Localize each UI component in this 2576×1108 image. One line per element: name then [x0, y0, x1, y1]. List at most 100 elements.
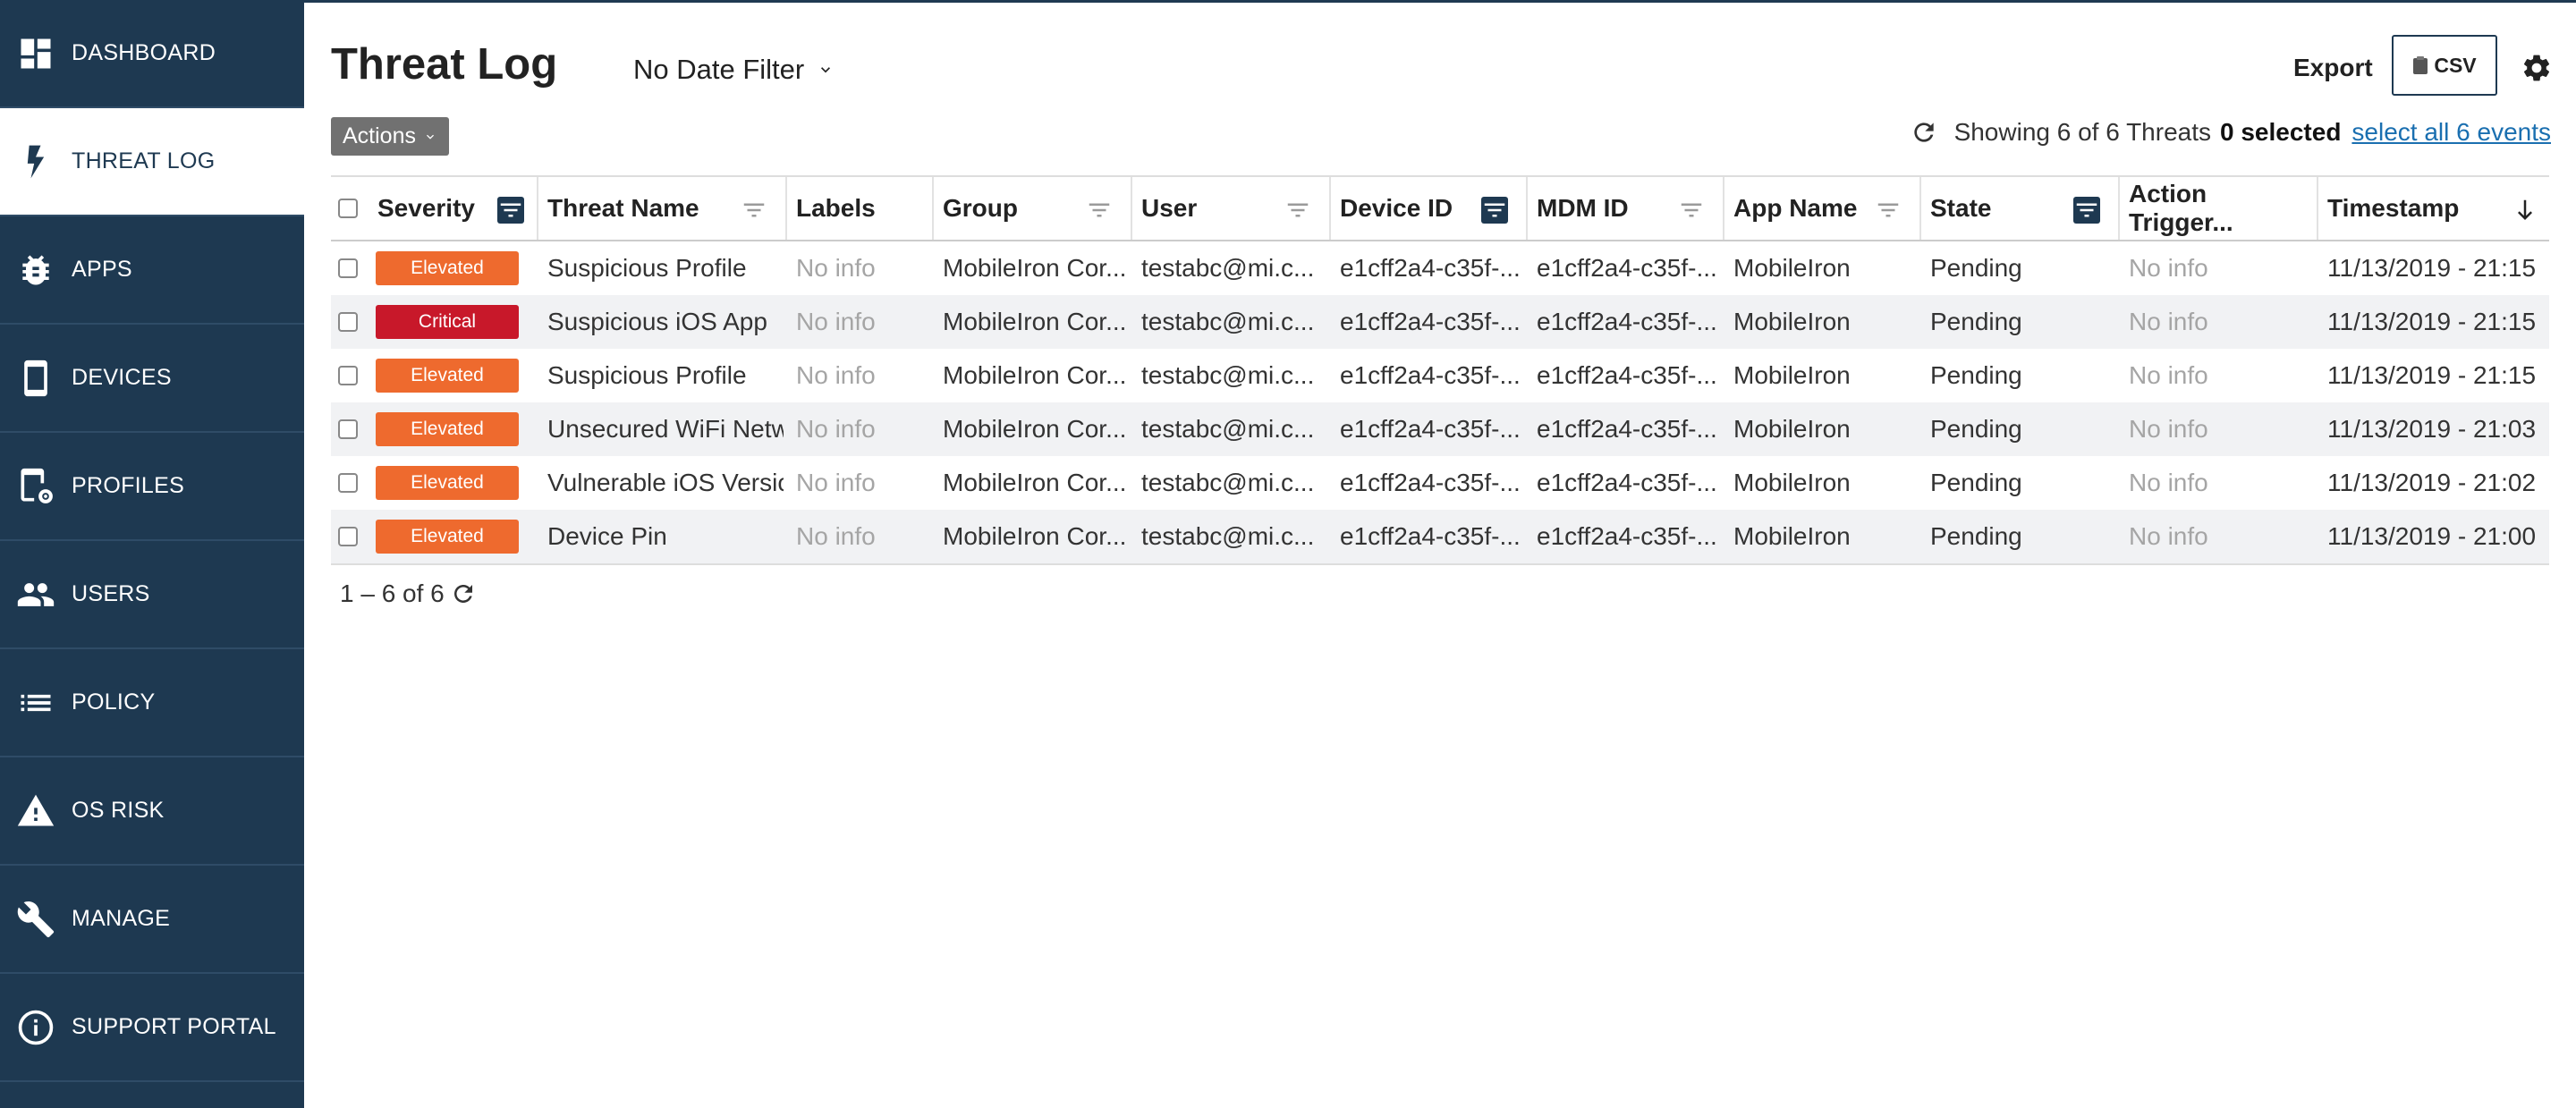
- cell-device-id: e1cff2a4-c35f-...: [1340, 349, 1524, 402]
- table-bottom-border: [331, 563, 2549, 565]
- column-header-group[interactable]: Group: [934, 177, 1132, 240]
- refresh-icon[interactable]: [1910, 118, 1938, 147]
- table-row[interactable]: CriticalSuspicious iOS AppNo infoMobileI…: [331, 295, 2549, 349]
- column-label: Threat Name: [547, 194, 699, 223]
- sidebar-item-apps[interactable]: APPS: [0, 216, 304, 325]
- date-filter-dropdown[interactable]: No Date Filter: [633, 54, 835, 86]
- column-header-severity[interactable]: Severity: [369, 177, 538, 240]
- actions-label: Actions: [343, 123, 416, 149]
- filter-icon[interactable]: [1086, 197, 1113, 224]
- cell-action-triggered: No info: [2129, 402, 2313, 456]
- sort-descending-icon[interactable]: [2512, 197, 2538, 224]
- cell-group: MobileIron Cor...: [943, 349, 1131, 402]
- sidebar: DASHBOARD THREAT LOG APPS DEVICES PROFIL…: [0, 0, 304, 1108]
- cell-mdm-id: e1cff2a4-c35f-...: [1537, 510, 1721, 563]
- severity-badge: Elevated: [376, 520, 519, 554]
- sidebar-item-policy[interactable]: POLICY: [0, 649, 304, 757]
- row-checkbox[interactable]: [338, 419, 358, 439]
- sidebar-item-os-risk[interactable]: OS RISK: [0, 757, 304, 866]
- filter-icon[interactable]: [1284, 197, 1311, 224]
- cell-mdm-id: e1cff2a4-c35f-...: [1537, 241, 1721, 295]
- sidebar-item-label: PROFILES: [72, 473, 184, 499]
- cell-app-name: MobileIron: [1733, 295, 1918, 349]
- column-header-state[interactable]: State: [1921, 177, 2120, 240]
- sidebar-item-users[interactable]: USERS: [0, 541, 304, 649]
- sidebar-item-support-portal[interactable]: SUPPORT PORTAL: [0, 974, 304, 1082]
- column-label: App Name: [1733, 194, 1857, 223]
- cell-state: Pending: [1930, 295, 2114, 349]
- sidebar-item-profiles[interactable]: PROFILES: [0, 433, 304, 541]
- severity-badge: Elevated: [376, 412, 519, 446]
- refresh-icon[interactable]: [450, 580, 477, 607]
- filter-icon[interactable]: [741, 197, 767, 224]
- column-header-user[interactable]: User: [1132, 177, 1331, 240]
- cell-app-name: MobileIron: [1733, 510, 1918, 563]
- cell-threat-name: Vulnerable iOS Versic: [547, 456, 784, 510]
- actions-button[interactable]: Actions: [331, 117, 449, 156]
- table-row[interactable]: ElevatedSuspicious ProfileNo infoMobileI…: [331, 349, 2549, 402]
- severity-badge: Elevated: [376, 466, 519, 500]
- column-header-threat-name[interactable]: Threat Name: [538, 177, 787, 240]
- cell-timestamp: 11/13/2019 - 21:15: [2327, 349, 2549, 402]
- pagination: 1 – 6 of 6: [340, 579, 477, 608]
- table-row[interactable]: ElevatedUnsecured WiFi NetwNo infoMobile…: [331, 402, 2549, 456]
- column-header-action-triggered[interactable]: Action Trigger...: [2120, 177, 2318, 240]
- table-row[interactable]: ElevatedSuspicious ProfileNo infoMobileI…: [331, 241, 2549, 295]
- select-all-link[interactable]: select all 6 events: [2351, 118, 2551, 147]
- select-all-checkbox[interactable]: [338, 199, 358, 218]
- row-checkbox[interactable]: [338, 473, 358, 493]
- severity-badge: Elevated: [376, 251, 519, 285]
- column-header-mdm-id[interactable]: MDM ID: [1528, 177, 1724, 240]
- cell-mdm-id: e1cff2a4-c35f-...: [1537, 402, 1721, 456]
- filter-icon[interactable]: [497, 197, 524, 224]
- cell-user: testabc@mi.c...: [1141, 349, 1327, 402]
- cell-labels: No info: [796, 295, 930, 349]
- sidebar-item-label: THREAT LOG: [72, 148, 215, 174]
- row-checkbox[interactable]: [338, 312, 358, 332]
- cell-device-id: e1cff2a4-c35f-...: [1340, 510, 1524, 563]
- filter-icon[interactable]: [2073, 197, 2100, 224]
- cell-timestamp: 11/13/2019 - 21:03: [2327, 402, 2549, 456]
- column-label: User: [1141, 194, 1197, 223]
- gear-icon[interactable]: [2521, 52, 2553, 84]
- csv-export-button[interactable]: CSV: [2392, 35, 2497, 96]
- cell-state: Pending: [1930, 241, 2114, 295]
- selected-count: 0 selected: [2220, 118, 2341, 147]
- cell-action-triggered: No info: [2129, 241, 2313, 295]
- cell-threat-name: Suspicious Profile: [547, 241, 784, 295]
- cell-timestamp: 11/13/2019 - 21:00: [2327, 510, 2549, 563]
- cell-app-name: MobileIron: [1733, 402, 1918, 456]
- sidebar-item-label: APPS: [72, 257, 132, 283]
- filter-icon[interactable]: [1481, 197, 1508, 224]
- device-settings-icon: [16, 467, 55, 506]
- cell-timestamp: 11/13/2019 - 21:02: [2327, 456, 2549, 510]
- page-title: Threat Log: [331, 39, 557, 89]
- cell-action-triggered: No info: [2129, 510, 2313, 563]
- column-header-app-name[interactable]: App Name: [1724, 177, 1921, 240]
- sidebar-item-dashboard[interactable]: DASHBOARD: [0, 0, 304, 108]
- sidebar-item-threat-log[interactable]: THREAT LOG: [0, 108, 304, 216]
- cell-group: MobileIron Cor...: [943, 295, 1131, 349]
- column-header-device-id[interactable]: Device ID: [1331, 177, 1528, 240]
- sidebar-item-label: SUPPORT PORTAL: [72, 1014, 276, 1040]
- row-checkbox[interactable]: [338, 527, 358, 546]
- filter-icon[interactable]: [1678, 197, 1705, 224]
- cell-action-triggered: No info: [2129, 295, 2313, 349]
- column-label: Device ID: [1340, 194, 1453, 223]
- table-row[interactable]: ElevatedDevice PinNo infoMobileIron Cor.…: [331, 510, 2549, 563]
- row-checkbox[interactable]: [338, 366, 358, 385]
- cell-state: Pending: [1930, 349, 2114, 402]
- filter-icon[interactable]: [1875, 197, 1902, 224]
- table-row[interactable]: ElevatedVulnerable iOS VersicNo infoMobi…: [331, 456, 2549, 510]
- dashboard-icon: [16, 34, 55, 73]
- cell-device-id: e1cff2a4-c35f-...: [1340, 295, 1524, 349]
- column-header-timestamp[interactable]: Timestamp: [2318, 177, 2549, 240]
- export-label: Export: [2293, 54, 2373, 82]
- row-checkbox[interactable]: [338, 258, 358, 278]
- smartphone-icon: [16, 359, 55, 398]
- sidebar-item-devices[interactable]: DEVICES: [0, 325, 304, 433]
- sidebar-item-manage[interactable]: MANAGE: [0, 866, 304, 974]
- column-header-labels[interactable]: Labels: [787, 177, 934, 240]
- cell-labels: No info: [796, 349, 930, 402]
- cell-device-id: e1cff2a4-c35f-...: [1340, 456, 1524, 510]
